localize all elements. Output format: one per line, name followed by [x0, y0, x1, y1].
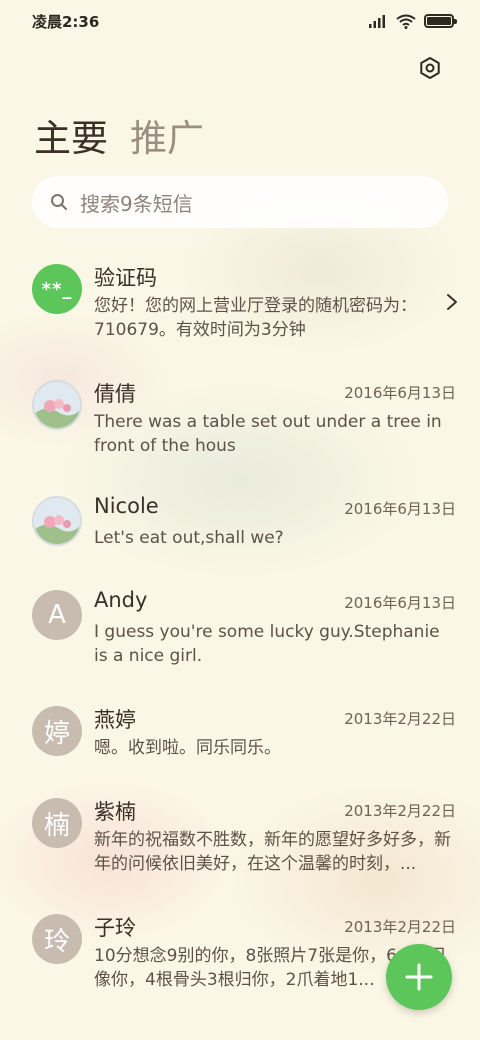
- conversation-item[interactable]: A Andy 2016年6月13日 I guess you're some lu…: [32, 588, 456, 670]
- contact-name: Nicole: [94, 494, 159, 518]
- status-bar: 凌晨2:36: [0, 0, 480, 42]
- conversation-item[interactable]: 倩倩 2016年6月13日 There was a table set out …: [32, 380, 456, 460]
- message-date: 2016年6月13日: [344, 500, 456, 518]
- contact-name: 倩倩: [94, 382, 136, 406]
- contact-name: 燕婷: [94, 708, 136, 732]
- verification-code-avatar: **_: [32, 264, 82, 314]
- message-date: 2013年2月22日: [344, 918, 456, 936]
- status-time: 凌晨2:36: [32, 12, 100, 31]
- plus-icon: [405, 963, 433, 991]
- avatar: [32, 380, 82, 430]
- landscape-photo-icon: [34, 498, 80, 544]
- search-placeholder: 搜索9条短信: [80, 191, 193, 216]
- avatar: [32, 496, 82, 546]
- new-message-button[interactable]: [386, 944, 452, 1010]
- tab-promotions[interactable]: 推广: [130, 108, 204, 162]
- status-icons: [368, 14, 457, 29]
- contact-name: 验证码: [94, 266, 157, 290]
- avatar: A: [32, 590, 82, 640]
- message-date: 2013年2月22日: [344, 802, 456, 820]
- contact-name: Andy: [94, 588, 148, 612]
- search-icon: [51, 194, 67, 210]
- message-preview: I guess you're some lucky guy.Stephanie …: [94, 622, 440, 666]
- message-preview: Let's eat out,shall we?: [94, 528, 284, 548]
- contact-name: 紫楠: [94, 800, 136, 824]
- avatar: 婷: [32, 706, 82, 756]
- chevron-right-icon[interactable]: [444, 292, 460, 312]
- gear-icon[interactable]: [416, 54, 444, 82]
- message-date: 2016年6月13日: [344, 384, 456, 402]
- tab-primary[interactable]: 主要: [34, 108, 108, 162]
- message-preview: 新年的祝福数不胜数，新年的愿望好多好多，新年的问候依旧美好，在这个温馨的时刻，.…: [94, 830, 451, 874]
- conversation-item[interactable]: Nicole 2016年6月13日 Let's eat out,shall we…: [32, 494, 456, 556]
- message-preview: 嗯。收到啦。同乐同乐。: [94, 738, 281, 758]
- signal-icon: [369, 15, 385, 28]
- wifi-icon: [396, 14, 416, 29]
- conversation-item[interactable]: 楠 紫楠 2013年2月22日 新年的祝福数不胜数，新年的愿望好多好多，新年的问…: [32, 798, 456, 878]
- message-preview: 您好！您的网上营业厅登录的随机密码为：710679。有效时间为3分钟: [94, 296, 417, 340]
- message-preview: There was a table set out under a tree i…: [94, 412, 442, 456]
- contact-name: 子玲: [94, 916, 136, 940]
- battery-icon: [424, 14, 457, 28]
- message-date: 2013年2月22日: [344, 710, 456, 728]
- search-bar[interactable]: 搜索9条短信: [32, 176, 448, 228]
- conversation-item[interactable]: **_ 验证码 您好！您的网上营业厅登录的随机密码为：710679。有效时间为3…: [32, 264, 457, 344]
- message-tabs: 主要 推广: [34, 108, 204, 162]
- landscape-photo-icon: [34, 382, 80, 428]
- message-date: 2016年6月13日: [344, 594, 456, 612]
- avatar: 楠: [32, 798, 82, 848]
- avatar: 玲: [32, 914, 82, 964]
- conversation-item[interactable]: 婷 燕婷 2013年2月22日 嗯。收到啦。同乐同乐。: [32, 706, 456, 766]
